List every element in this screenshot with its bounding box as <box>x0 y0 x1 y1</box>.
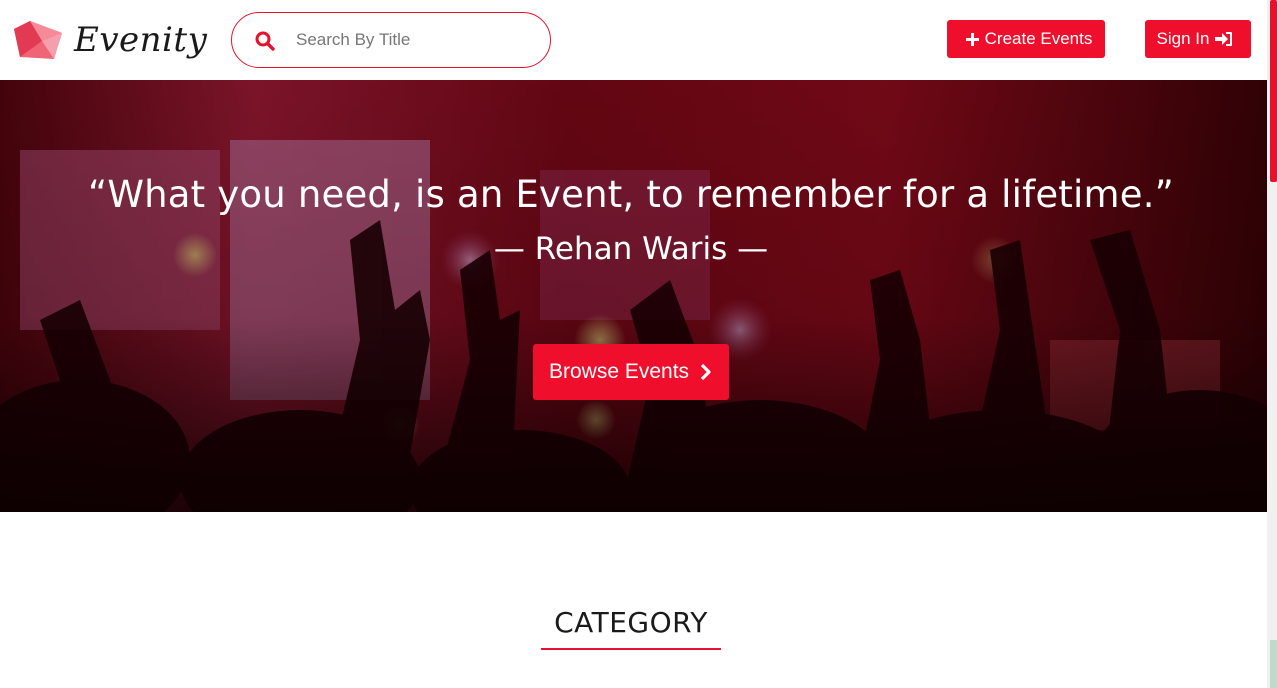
hero-quote: “What you need, is an Event, to remember… <box>87 173 1175 216</box>
scrollbar-track-end <box>1270 640 1277 688</box>
plus-icon <box>965 32 979 46</box>
category-underline <box>541 648 721 650</box>
create-events-label: Create Events <box>984 29 1093 48</box>
sign-in-button[interactable]: Sign In <box>1145 20 1251 58</box>
create-events-button[interactable]: Create Events <box>947 20 1105 58</box>
category-heading: CATEGORY <box>554 606 708 639</box>
browse-events-label: Browse Events <box>548 360 690 383</box>
search-icon[interactable] <box>254 30 276 52</box>
chevron-right-icon <box>700 363 711 381</box>
sign-in-icon <box>1215 32 1233 46</box>
search-input[interactable] <box>296 23 536 57</box>
page-scrollbar[interactable] <box>1267 0 1277 688</box>
hero-author: — Rehan Waris — <box>493 231 769 267</box>
scrollbar-thumb[interactable] <box>1270 0 1277 182</box>
search-bar <box>231 12 551 68</box>
hero-banner: “What you need, is an Event, to remember… <box>0 80 1267 512</box>
sign-in-label: Sign In <box>1156 29 1210 48</box>
concert-crowd-image <box>0 80 1267 512</box>
top-navbar: Evenity Create Events Sign In <box>0 0 1267 80</box>
browse-events-button[interactable]: Browse Events <box>533 344 729 400</box>
brand-logo[interactable]: Evenity <box>12 18 207 62</box>
brand-name: Evenity <box>74 20 208 60</box>
logo-icon <box>14 21 62 59</box>
